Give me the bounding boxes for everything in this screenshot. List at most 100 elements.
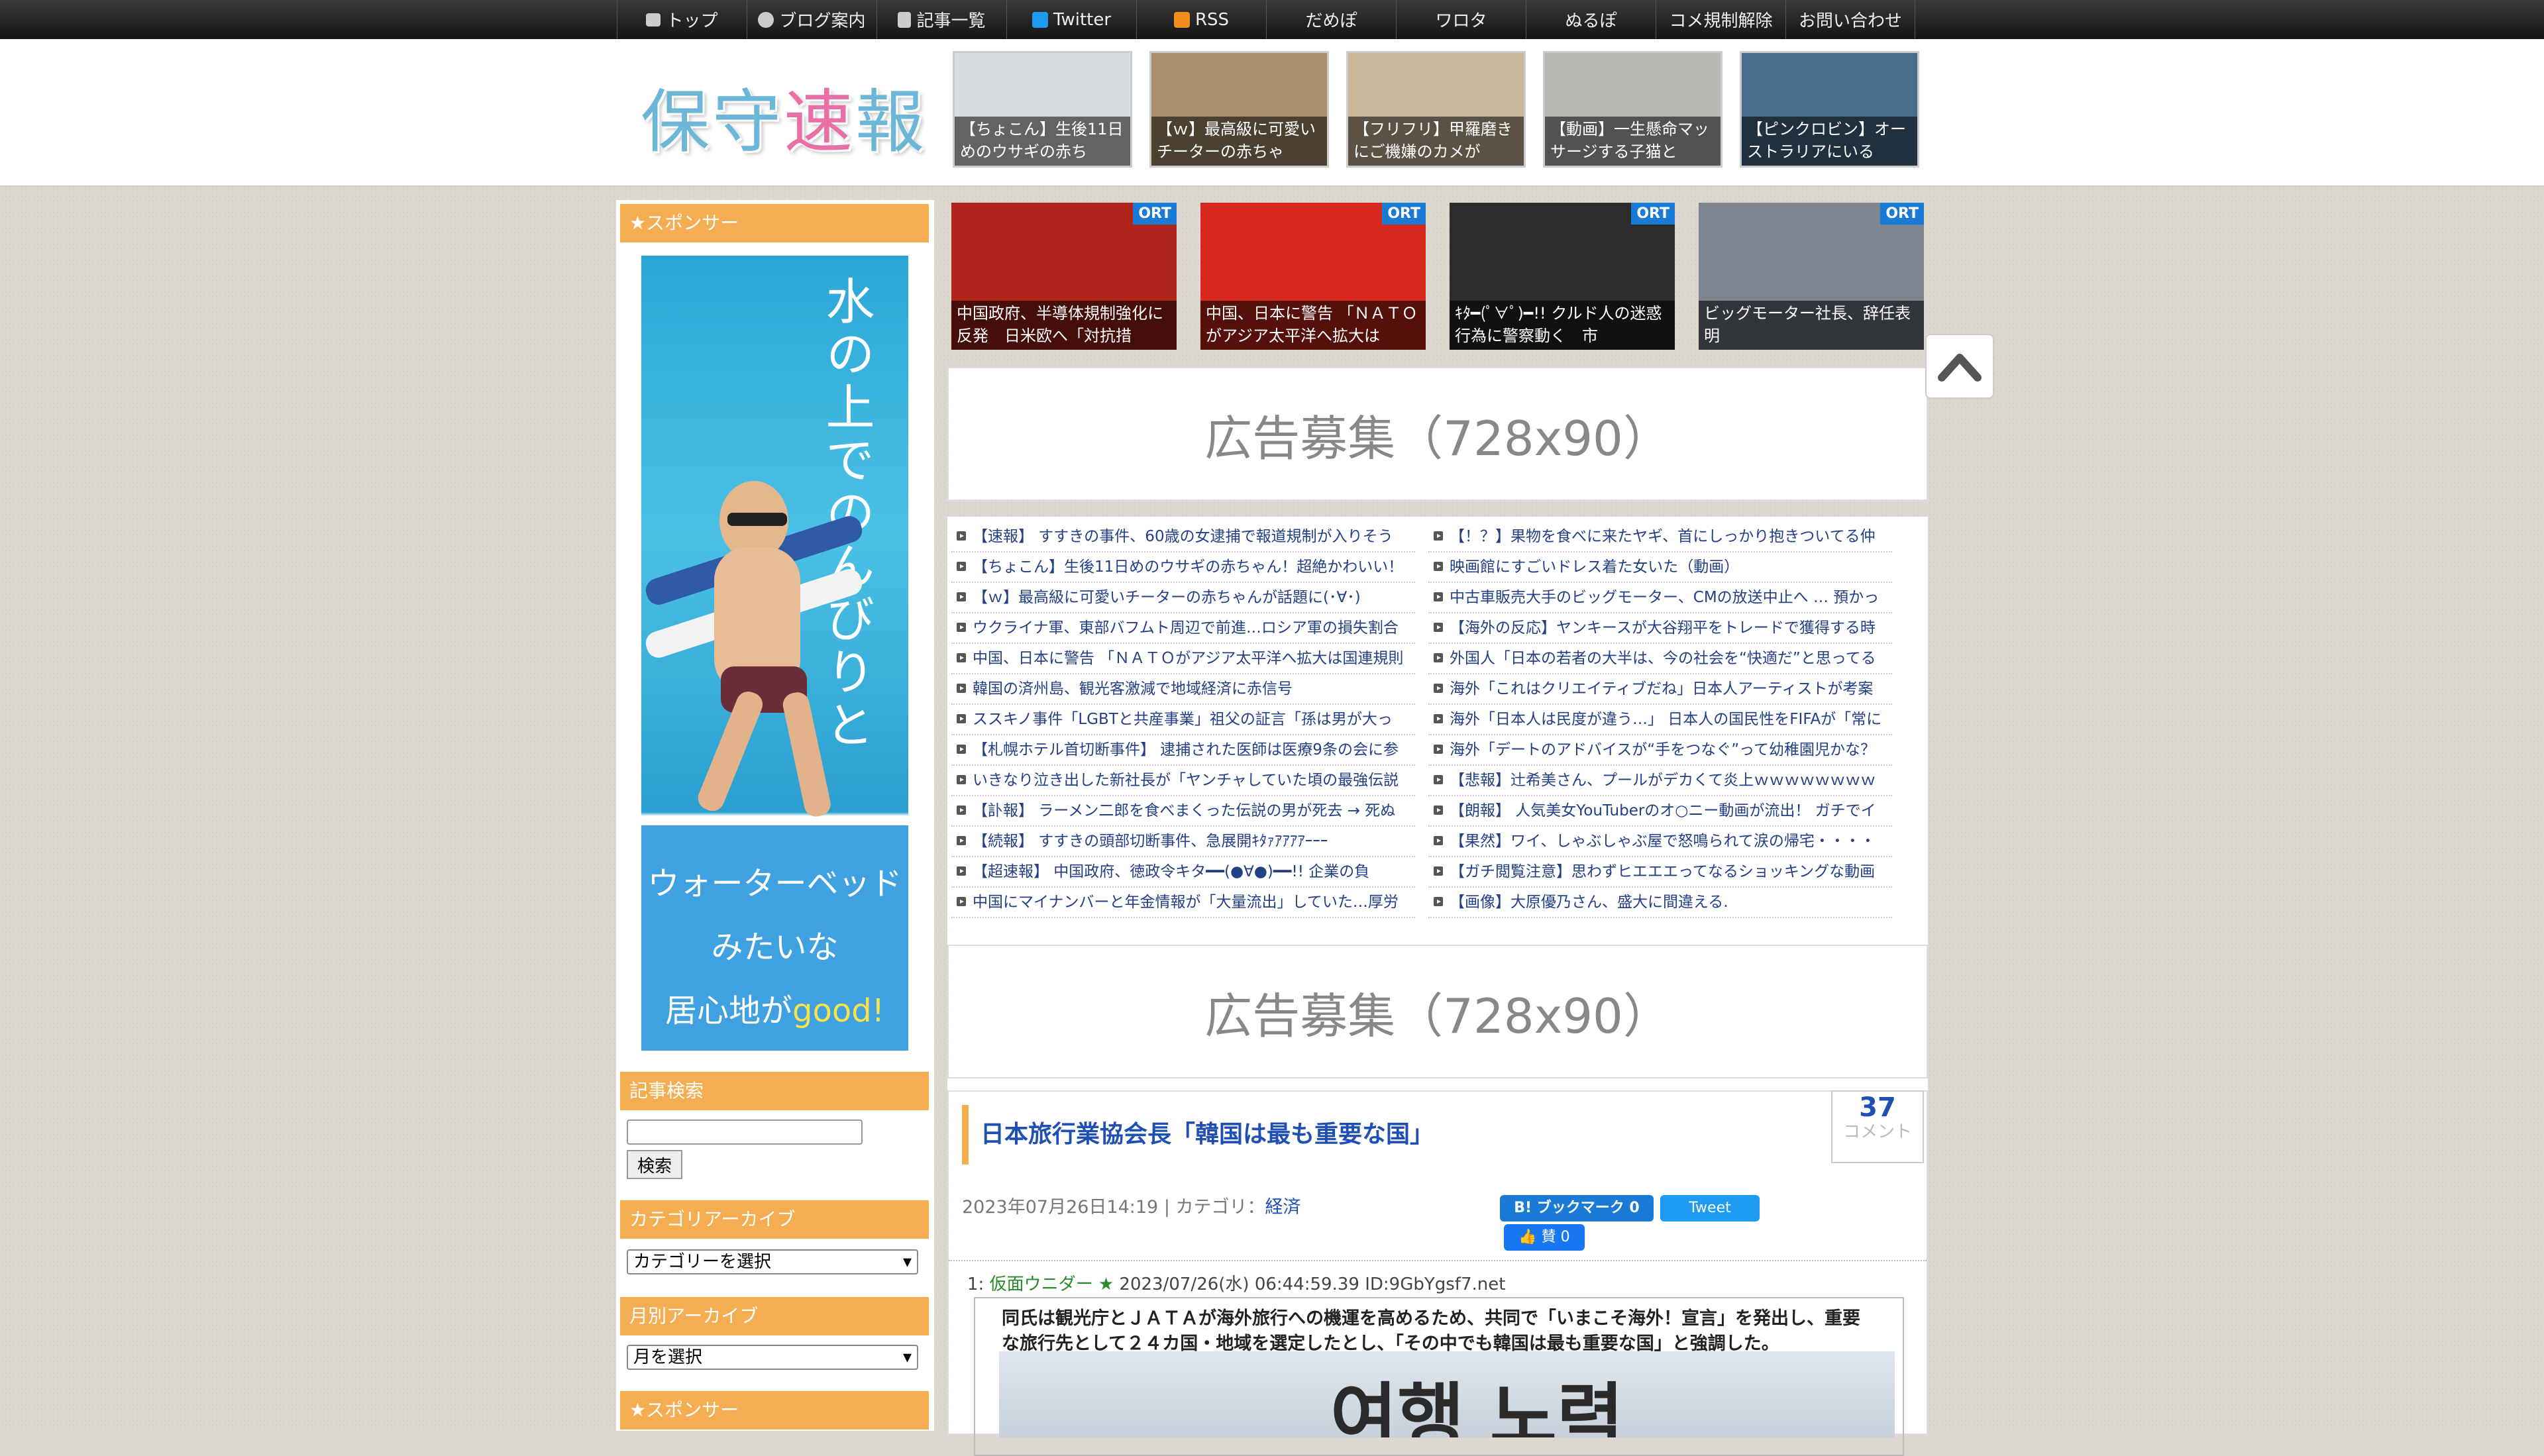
nav-item-twitter[interactable]: Twitter [1006, 0, 1136, 39]
list-item[interactable]: 海外「これはクリエイティブだね」日本人アーティストが考案 [1428, 674, 1892, 705]
category-select[interactable]: カテゴリーを選択 [627, 1249, 918, 1274]
ad-banner-middle[interactable]: 広告募集（728x90） [947, 945, 1928, 1078]
response-author: 仮面ウニダー ★ [989, 1274, 1114, 1294]
list-item[interactable]: 外国人「日本の若者の大半は、今の社会を“快適だ”と思ってる [1428, 644, 1892, 674]
header-thumb[interactable]: 【フリフリ】甲羅磨きにご機嫌のカメが [1346, 51, 1526, 168]
search-input[interactable] [627, 1119, 863, 1145]
nav-item-damepo[interactable]: だめぽ [1266, 0, 1396, 39]
nav-item-rss[interactable]: RSS [1136, 0, 1266, 39]
divider [949, 1260, 1927, 1261]
article-image: 여행 노력 [999, 1351, 1895, 1437]
ad-banner-top[interactable]: 広告募集（728x90） [947, 367, 1928, 501]
article-meta: 2023年07月26日14:19 | カテゴリ：経済 [962, 1197, 1301, 1218]
list-item[interactable]: 【！？】果物を食べに来たヤギ、首にしっかり抱きついてる仲 [1428, 522, 1892, 552]
sponsor-banner[interactable]: 水の上でのんびりと ウォーターベッド みたいな 居心地がgood! [641, 256, 908, 1051]
nav-item-warota[interactable]: ワロタ [1396, 0, 1526, 39]
list-item[interactable]: 中国、日本に警告 「ＮＡＴＯがアジア太平洋へ拡大は国連規則 [951, 644, 1415, 674]
sponsor-heading-2: ★スポンサー [620, 1391, 929, 1430]
header-thumb[interactable]: 【ちょこん】生後11日めのウサギの赤ち [953, 51, 1132, 168]
banner-bottom-text: ウォーターベッド みたいな 居心地がgood! [641, 825, 908, 1051]
list-item[interactable]: ウクライナ軍、東部バフムト周辺で前進…ロシア軍の損失割合 [951, 613, 1415, 644]
top-nav: トップ ブログ案内 記事一覧 Twitter RSS だめぽ ワロタ ぬるぽ コ… [0, 0, 2544, 39]
list-item[interactable]: 【ちょこん】生後11日めのウサギの赤ちゃん！超絶かわいい！ [951, 552, 1415, 583]
list-item[interactable]: 【ガチ閲覧注意】思わずヒエエエってなるショッキングな動画 [1428, 857, 1892, 888]
list-item[interactable]: 【画像】大原優乃さん、盛大に間違える. [1428, 888, 1892, 918]
list-item[interactable]: 映画館にすごいドレス着た女いた（動画） [1428, 552, 1892, 583]
header-thumb[interactable]: 【ピンクロビン】オーストラリアにいる [1740, 51, 1919, 168]
article-image-text: 여행 노력 [1330, 1375, 1624, 1437]
home-icon [646, 13, 661, 26]
link-column-left: 【速報】 すすきの事件、60歳の女逮捕で報道規制が入りそう 【ちょこん】生後11… [951, 522, 1415, 918]
header-thumb[interactable]: 【動画】一生懸命マッサージする子猫と [1543, 51, 1722, 168]
list-item[interactable]: 中国にマイナンバーと年金情報が「大量流出」していた…厚労 [951, 888, 1415, 918]
list-item[interactable]: いきなり泣き出した新社長が「ヤンチャしていた頃の最強伝説 [951, 766, 1415, 796]
nav-item-comment-unlock[interactable]: コメ規制解除 [1656, 0, 1785, 39]
sidebar: ★スポンサー 水の上でのんびりと ウォーターベッド みたいな 居心地がgood!… [616, 200, 934, 1431]
list-item[interactable]: 海外「デートのアドバイスが“手をつなぐ”って幼稚園児かな？ [1428, 735, 1892, 766]
nav-item-nurupo[interactable]: ぬるぽ [1526, 0, 1656, 39]
category-link[interactable]: 経済 [1265, 1197, 1301, 1218]
list-item[interactable]: 【ｗ】最高級に可愛いチーターの赤ちゃんが話題に(･∀･) [951, 583, 1415, 613]
link-column-right: 【！？】果物を食べに来たヤギ、首にしっかり抱きついてる仲 映画館にすごいドレス着… [1428, 522, 1892, 918]
tweet-button[interactable]: Tweet [1660, 1195, 1760, 1222]
list-item[interactable]: 【悲報】辻希美さん、プールがデカくて炎上ｗｗｗｗｗｗｗｗ [1428, 766, 1892, 796]
search-button[interactable]: 検索 [627, 1150, 682, 1179]
article-title[interactable]: 日本旅行業協会長「韓国は最も重要な国」 [962, 1105, 1434, 1165]
list-icon [898, 11, 912, 28]
banner-person-illustration [645, 481, 863, 817]
back-to-top-button[interactable] [1925, 334, 1994, 399]
nav-item-guide[interactable]: ブログ案内 [747, 0, 876, 39]
list-item[interactable]: 中古車販売大手のビッグモーター、CMの放送中止へ … 預かっ [1428, 583, 1892, 613]
list-item[interactable]: 【速報】 すすきの事件、60歳の女逮捕で報道規制が入りそう [951, 522, 1415, 552]
thumb-caption: 【ｗ】最高級に可愛いチーターの赤ちゃ [1151, 117, 1327, 166]
response-meta: 2023/07/26(水) 06:44:59.39 ID:9GbYgsf7.ne… [1119, 1274, 1506, 1294]
thumb-caption: 【ちょこん】生後11日めのウサギの赤ち [955, 117, 1130, 166]
header-thumbnails: 【ちょこん】生後11日めのウサギの赤ち 【ｗ】最高級に可愛いチーターの赤ちゃ 【… [953, 51, 1919, 168]
site-logo[interactable]: 保守速報 [641, 66, 927, 166]
news-card[interactable]: ORT 中国政府、半導体規制強化に反発 日米欧へ「対抗措 [951, 203, 1177, 350]
list-item[interactable]: ススキノ事件「LGBTと共産事業」祖父の証言「孫は男が大っ [951, 705, 1415, 735]
article: 日本旅行業協会長「韓国は最も重要な国」 37 コメント 2023年07月26日1… [947, 1090, 1928, 1456]
news-card-caption: ビッグモーター社長、辞任表明 [1699, 301, 1924, 350]
ort-badge: ORT [1382, 203, 1426, 225]
site-header: 保守速報 【ちょこん】生後11日めのウサギの赤ち 【ｗ】最高級に可愛いチーターの… [0, 39, 2544, 187]
ort-badge: ORT [1631, 203, 1675, 225]
thumb-caption: 【動画】一生懸命マッサージする子猫と [1545, 117, 1721, 166]
monthly-heading: 月別アーカイブ [620, 1297, 929, 1335]
hatena-bookmark-button[interactable]: B! ブックマーク 0 [1500, 1195, 1654, 1222]
list-item[interactable]: 海外「日本人は民度が違う…」 日本人の国民性をFIFAが「常に [1428, 705, 1892, 735]
chevron-up-icon [1938, 354, 1982, 382]
news-card-caption: 中国政府、半導体規制強化に反発 日米欧へ「対抗措 [951, 301, 1177, 350]
thumb-caption: 【フリフリ】甲羅磨きにご機嫌のカメが [1348, 117, 1524, 166]
list-item[interactable]: 【続報】 すすきの頭部切断事件、急展開ｷﾀｧｱｱｱｱｰｰｰ [951, 827, 1415, 857]
news-card[interactable]: ORT ビッグモーター社長、辞任表明 [1699, 203, 1924, 350]
list-item[interactable]: 【札幌ホテル首切断事件】 逮捕された医師は医療9条の会に参 [951, 735, 1415, 766]
news-card-row: ORT 中国政府、半導体規制強化に反発 日米欧へ「対抗措 ORT 中国、日本に警… [951, 203, 1924, 350]
news-card[interactable]: ORT ｷﾀ━(ﾟ∀ﾟ)━!! クルド人の迷惑行為に警察動く 市 [1450, 203, 1675, 350]
sponsor-heading: ★スポンサー [620, 204, 929, 242]
list-item[interactable]: 【超速報】 中国政府、徳政令キタ━━(●∀●)━━!! 企業の負 [951, 857, 1415, 888]
category-label: カテゴリ： [1175, 1197, 1265, 1218]
monthly-select[interactable]: 月を選択 [627, 1345, 918, 1370]
header-thumb[interactable]: 【ｗ】最高級に可愛いチーターの赤ちゃ [1149, 51, 1329, 168]
list-item[interactable]: 【訃報】 ラーメン二郎を食べまくった伝説の男が死去 → 死ぬ [951, 796, 1415, 827]
comment-label: コメント [1842, 1122, 1912, 1142]
news-card-caption: ｷﾀ━(ﾟ∀ﾟ)━!! クルド人の迷惑行為に警察動く 市 [1450, 301, 1675, 350]
ort-badge: ORT [1880, 203, 1924, 225]
list-item[interactable]: 【果然】ワイ、しゃぶしゃぶ屋で怒鳴られて涙の帰宅・・・・ [1428, 827, 1892, 857]
list-item[interactable]: 【海外の反応】ヤンキースが大谷翔平をトレードで獲得する時 [1428, 613, 1892, 644]
comment-count-bubble[interactable]: 37 コメント [1831, 1090, 1924, 1163]
list-item[interactable]: 韓国の済州島、観光客激減で地域経済に赤信号 [951, 674, 1415, 705]
news-card[interactable]: ORT 中国、日本に警告 「ＮＡＴＯがアジア太平洋へ拡大は [1200, 203, 1426, 350]
response-header: 1: 仮面ウニダー ★ 2023/07/26(水) 06:44:59.39 ID… [967, 1274, 1506, 1294]
like-button[interactable]: 👍 賛 0 [1504, 1224, 1585, 1251]
nav-item-articles[interactable]: 記事一覧 [876, 0, 1006, 39]
twitter-icon [1032, 11, 1048, 28]
nav-item-contact[interactable]: お問い合わせ [1785, 0, 1915, 39]
category-heading: カテゴリアーカイブ [620, 1200, 929, 1239]
nav-item-top[interactable]: トップ [617, 0, 747, 39]
list-item[interactable]: 【朗報】 人気美女YouTuberのオ○ニー動画が流出！ ガチでイ [1428, 796, 1892, 827]
news-card-caption: 中国、日本に警告 「ＮＡＴＯがアジア太平洋へ拡大は [1200, 301, 1426, 350]
info-icon [758, 11, 774, 28]
article-date: 2023年07月26日14:19 [962, 1197, 1159, 1218]
